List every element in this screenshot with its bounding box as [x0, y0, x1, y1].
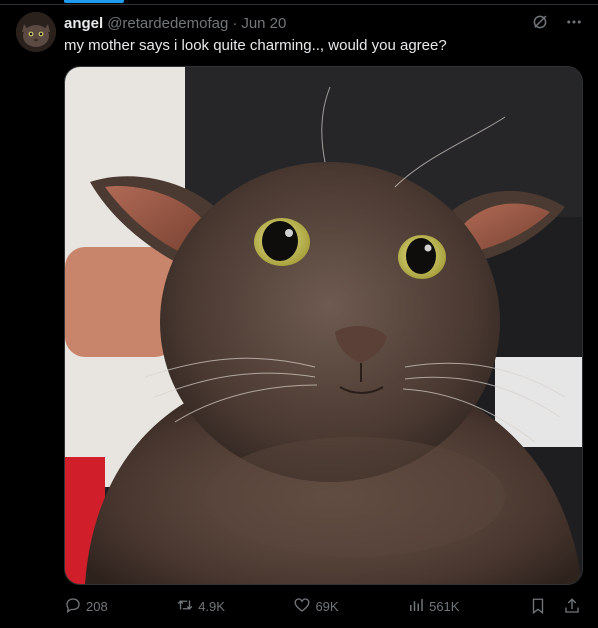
avatar[interactable]: [16, 12, 56, 52]
repost-icon: [176, 596, 194, 617]
views-count: 561K: [429, 598, 460, 614]
cat-photo: [65, 67, 582, 584]
reply-icon: [64, 596, 82, 617]
active-indicator: [64, 0, 124, 3]
repost-button[interactable]: 4.9K: [176, 596, 225, 617]
like-button[interactable]: 69K: [293, 596, 339, 617]
like-icon: [293, 596, 311, 617]
tweet-header: angel @retardedemofag · Jun 20: [64, 13, 286, 33]
bookmark-icon[interactable]: [528, 596, 548, 616]
grok-icon[interactable]: [530, 12, 550, 32]
views-button[interactable]: 561K: [407, 596, 459, 617]
like-count: 69K: [315, 598, 339, 614]
views-icon: [407, 596, 425, 617]
separator-dot: ·: [232, 14, 238, 32]
user-handle[interactable]: @retardedemofag: [107, 15, 228, 32]
display-name[interactable]: angel: [64, 15, 103, 32]
avatar-image: [16, 12, 56, 52]
top-divider: [0, 0, 598, 5]
repost-count: 4.9K: [198, 598, 225, 614]
reply-button[interactable]: 208: [64, 596, 108, 617]
reply-count: 208: [86, 598, 108, 614]
share-icon[interactable]: [562, 596, 582, 616]
tweet-top-actions: [530, 12, 584, 32]
tweet-text: my mother says i look quite charming.., …: [64, 37, 447, 54]
secondary-actions: [528, 596, 582, 616]
more-icon[interactable]: [564, 12, 584, 32]
tweet-media[interactable]: [64, 66, 583, 585]
tweet-date[interactable]: Jun 20: [241, 15, 286, 32]
tweet-actions: 208 4.9K 69K 561K: [64, 596, 582, 616]
